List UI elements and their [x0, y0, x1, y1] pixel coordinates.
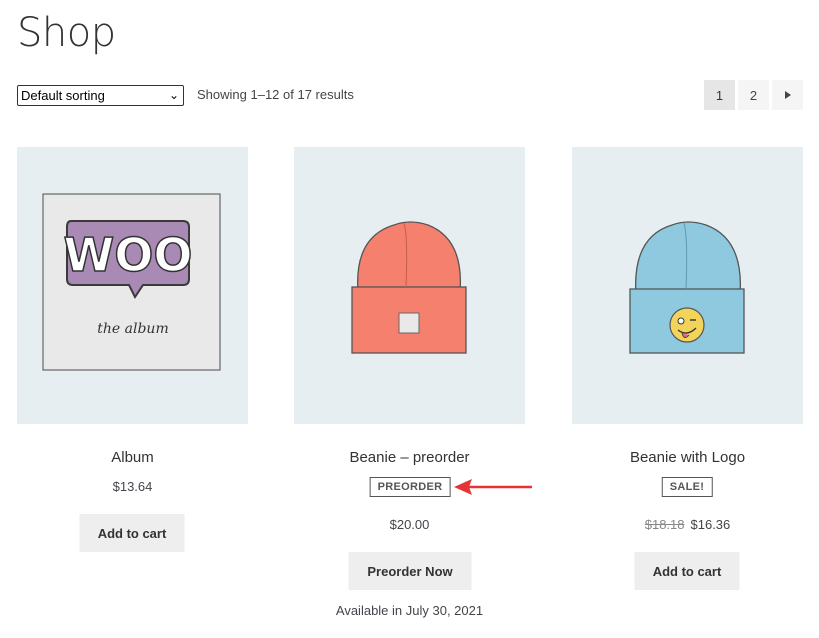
album-cover-text: WOO — [64, 228, 193, 282]
album-cover-illustration: WOO the album — [42, 193, 221, 371]
album-cover-subtitle: the album — [97, 321, 168, 337]
preorder-now-button[interactable]: Preorder Now — [348, 552, 472, 590]
page-title: Shop — [17, 10, 116, 56]
product-card-album: WOO the album — [17, 147, 248, 424]
product-name-beanie-preorder[interactable]: Beanie – preorder — [294, 449, 525, 466]
sale-badge: SALE! — [661, 477, 713, 497]
sale-price: $16.36 — [690, 517, 731, 532]
product-image-beanie-preorder[interactable] — [294, 147, 525, 424]
sorting-select[interactable]: Default sorting ⌄ — [17, 85, 184, 106]
product-image-beanie-with-logo[interactable] — [572, 147, 803, 424]
pagination: 1 2 — [704, 80, 803, 110]
red-arrow-annotation-icon — [454, 479, 532, 495]
product-card-beanie-preorder — [294, 147, 525, 424]
blue-beanie-illustration — [629, 221, 745, 354]
product-image-album[interactable]: WOO the album — [17, 147, 248, 424]
triangle-right-icon — [784, 91, 791, 99]
preorder-badge: PREORDER — [369, 477, 451, 497]
page-2-link[interactable]: 2 — [738, 80, 769, 110]
product-name-album[interactable]: Album — [17, 449, 248, 466]
results-count: Showing 1–12 of 17 results — [197, 87, 354, 102]
page-1-current: 1 — [704, 80, 735, 110]
orange-beanie-illustration — [351, 221, 467, 354]
next-page-button[interactable] — [772, 80, 803, 110]
product-price-album: $13.64 — [112, 479, 153, 494]
product-price-beanie-with-logo: $18.18 $16.36 — [572, 517, 803, 532]
product-name-beanie-with-logo[interactable]: Beanie with Logo — [572, 449, 803, 466]
product-card-beanie-with-logo — [572, 147, 803, 424]
add-to-cart-button-album[interactable]: Add to cart — [79, 514, 185, 552]
availability-text: Available in July 30, 2021 — [335, 603, 484, 618]
add-to-cart-button-beanie-with-logo[interactable]: Add to cart — [634, 552, 740, 590]
chevron-down-icon: ⌄ — [168, 88, 179, 102]
sorting-selected-value: Default sorting — [21, 88, 105, 103]
old-price: $18.18 — [644, 517, 685, 532]
product-price-beanie-preorder: $20.00 — [389, 517, 430, 532]
